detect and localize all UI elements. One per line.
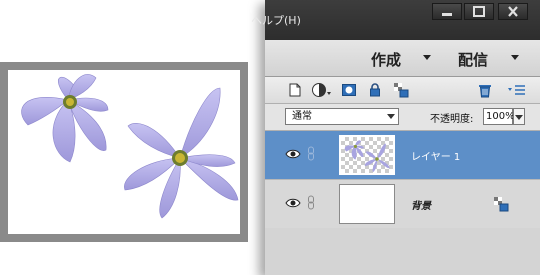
create-menu[interactable]: 作成: [371, 49, 401, 70]
close-icon: [508, 6, 518, 17]
chevron-down-icon: [387, 114, 395, 119]
lock-all-icon[interactable]: [367, 82, 383, 98]
layer-options-bar: 通常 不透明度: 100%: [265, 104, 540, 131]
maximize-icon: [473, 6, 485, 17]
opacity-dropdown-button[interactable]: [513, 108, 525, 125]
editor-window: ヘルプ(H) 作成 配信 通常 不透明度: 100% レイヤー 1 背景: [251, 0, 540, 275]
close-button[interactable]: [498, 3, 528, 20]
layer-name[interactable]: 背景: [411, 197, 431, 212]
trash-icon[interactable]: [477, 82, 493, 98]
layer-row-layer-1[interactable]: レイヤー 1: [265, 131, 540, 179]
opacity-input[interactable]: 100%: [483, 108, 515, 125]
minimize-button[interactable]: [432, 3, 462, 20]
panel-menu-icon[interactable]: [507, 82, 527, 98]
minimize-icon: [442, 13, 452, 16]
adjustment-layer-icon[interactable]: [311, 82, 333, 98]
layers-panel: 通常 不透明度: 100% レイヤー 1 背景: [265, 77, 540, 275]
opacity-value: 100%: [486, 111, 515, 122]
lock-transparency-icon[interactable]: [393, 82, 409, 98]
blend-mode-value: 通常: [292, 111, 312, 122]
visibility-eye-icon[interactable]: [285, 148, 301, 160]
title-bar: ヘルプ(H): [251, 0, 540, 40]
lock-transparency-badge-icon: [494, 197, 509, 212]
link-chain-icon[interactable]: [307, 146, 315, 161]
layer-thumbnail: [339, 184, 395, 224]
visibility-eye-icon[interactable]: [285, 197, 301, 209]
maximize-button[interactable]: [464, 3, 494, 20]
share-menu[interactable]: 配信: [458, 49, 488, 70]
chevron-down-icon: [515, 115, 523, 120]
share-caret-icon[interactable]: [511, 55, 519, 60]
create-caret-icon[interactable]: [423, 55, 431, 60]
layer-mask-icon[interactable]: [341, 82, 357, 98]
layer-row-background[interactable]: 背景: [265, 179, 540, 228]
image-canvas-frame: [0, 62, 248, 242]
opacity-label: 不透明度:: [430, 114, 474, 125]
link-chain-icon[interactable]: [307, 195, 315, 210]
layers-toolbar: [265, 77, 540, 104]
menu-help[interactable]: ヘルプ(H): [251, 12, 301, 28]
image-canvas[interactable]: [8, 70, 240, 234]
thumbnail-flower-image: [344, 140, 390, 173]
new-layer-icon[interactable]: [287, 82, 303, 98]
flower-image: [21, 74, 239, 219]
blend-mode-select[interactable]: 通常: [285, 108, 399, 125]
layer-thumbnail: [339, 135, 395, 175]
mode-bar: 作成 配信: [265, 40, 540, 77]
layer-name[interactable]: レイヤー 1: [411, 148, 460, 163]
